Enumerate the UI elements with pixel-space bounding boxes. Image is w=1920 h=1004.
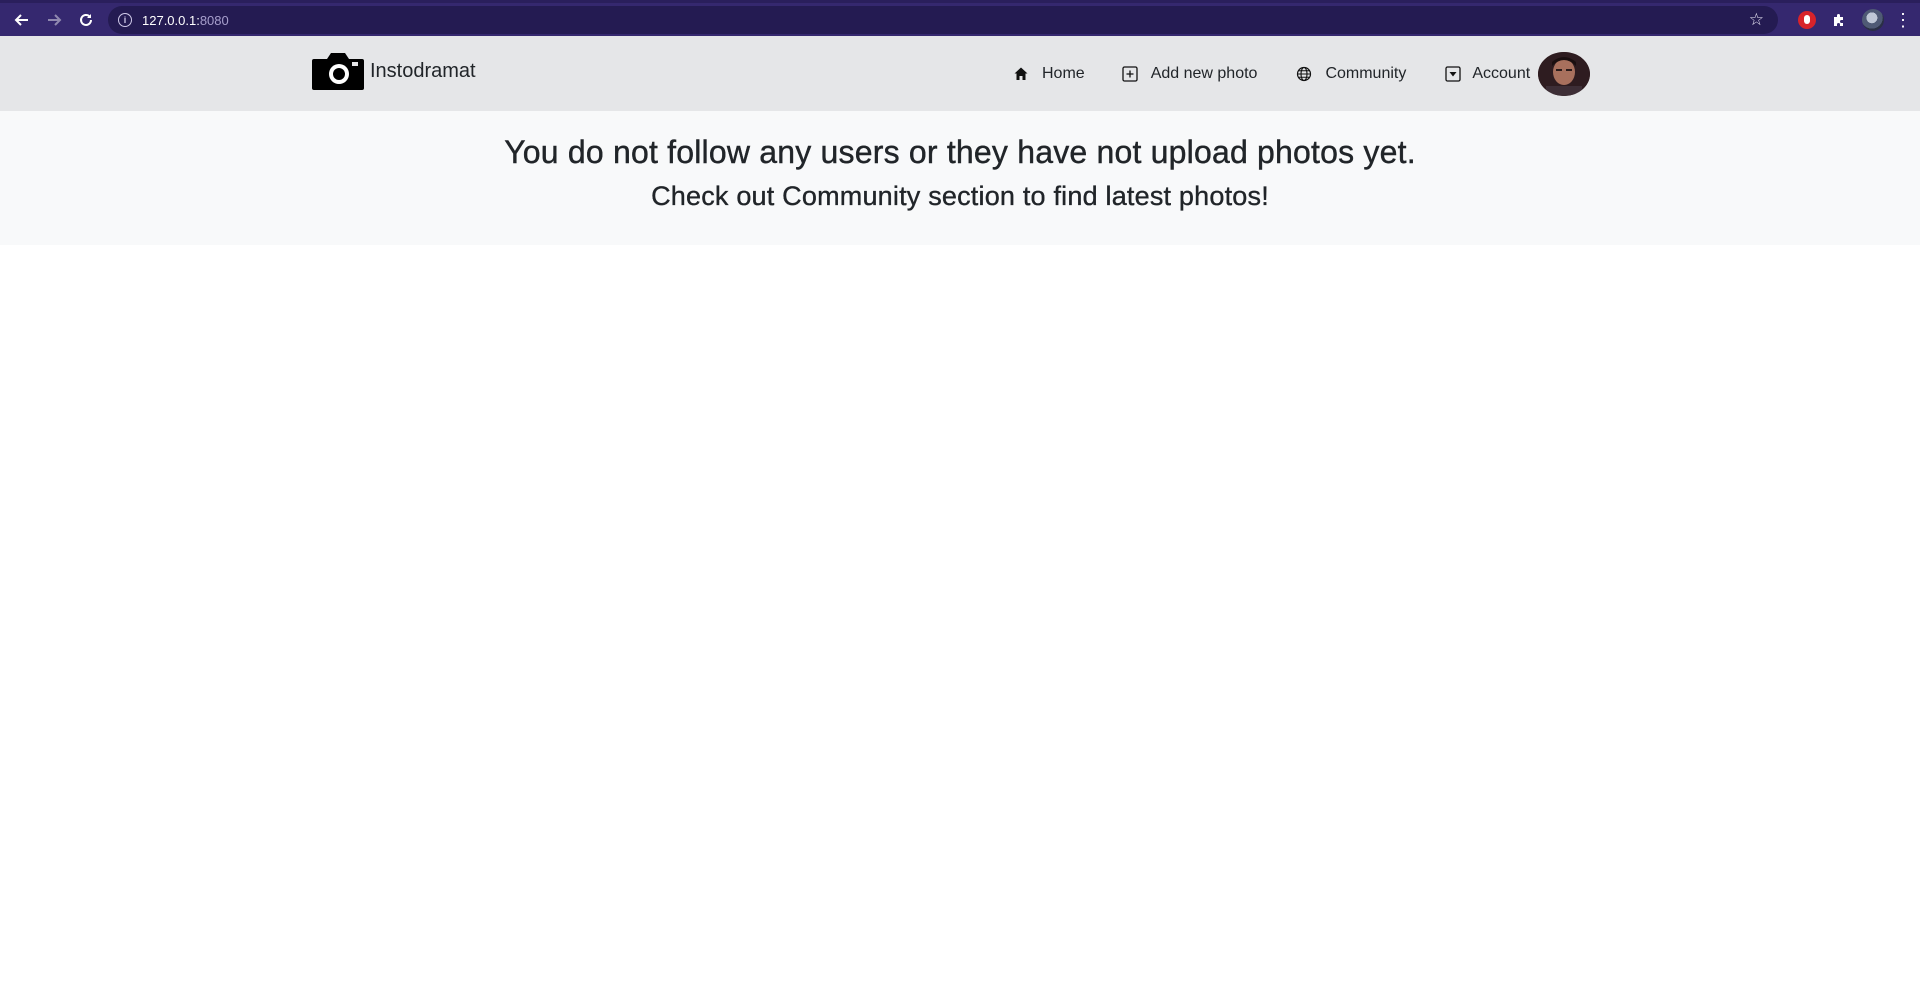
house-icon	[1012, 65, 1030, 83]
address-bar[interactable]: i 127.0.0.1: 8080 ☆	[108, 6, 1778, 34]
extensions-area: ⋮	[1798, 3, 1920, 36]
nav-community-label: Community	[1325, 64, 1407, 82]
camera-icon	[312, 53, 364, 90]
arrow-right-icon	[48, 13, 62, 26]
plus-square-icon	[1121, 65, 1139, 83]
caret-down-square-icon	[1444, 65, 1462, 83]
avatar[interactable]	[1538, 51, 1591, 96]
nav-add-photo-label: Add new photo	[1150, 64, 1258, 82]
nav-home-label: Home	[1042, 64, 1085, 82]
forward-button[interactable]	[38, 4, 70, 36]
nav-home-link[interactable]: Home	[1012, 65, 1085, 83]
empty-feed-banner: You do not follow any users or they have…	[0, 111, 1920, 245]
extension-icon[interactable]	[1798, 10, 1816, 29]
info-icon[interactable]: i	[118, 13, 132, 27]
url-host: 127.0.0.1:	[142, 12, 200, 28]
back-button[interactable]	[6, 4, 38, 36]
nav-add-photo-link[interactable]: Add new photo	[1121, 64, 1258, 83]
globe-icon	[1295, 65, 1313, 83]
app-navbar: Instodramat Home Add new photo Community…	[0, 36, 1920, 111]
arrow-left-icon	[14, 13, 28, 26]
brand-name: Instodramat	[370, 59, 476, 82]
nav-links: Home Add new photo Community Account	[1012, 36, 1591, 111]
reload-button[interactable]	[70, 4, 102, 36]
bookmark-star-icon[interactable]: ☆	[1749, 11, 1764, 28]
url-port: 8080	[199, 12, 229, 28]
browser-toolbar: i 127.0.0.1: 8080 ☆ ⋮	[0, 0, 1920, 36]
reload-icon	[80, 13, 92, 26]
nav-account-label: Account	[1472, 64, 1531, 82]
nav-account-dropdown[interactable]: Account	[1444, 51, 1591, 96]
nav-community-link[interactable]: Community	[1295, 65, 1406, 83]
browser-profile-icon[interactable]	[1862, 8, 1884, 31]
more-menu-icon[interactable]: ⋮	[1894, 11, 1912, 29]
empty-feed-subtitle: Check out Community section to find late…	[651, 181, 1269, 211]
empty-feed-title: You do not follow any users or they have…	[504, 134, 1416, 170]
brand[interactable]: Instodramat	[312, 52, 476, 90]
puzzle-icon[interactable]	[1830, 11, 1848, 29]
